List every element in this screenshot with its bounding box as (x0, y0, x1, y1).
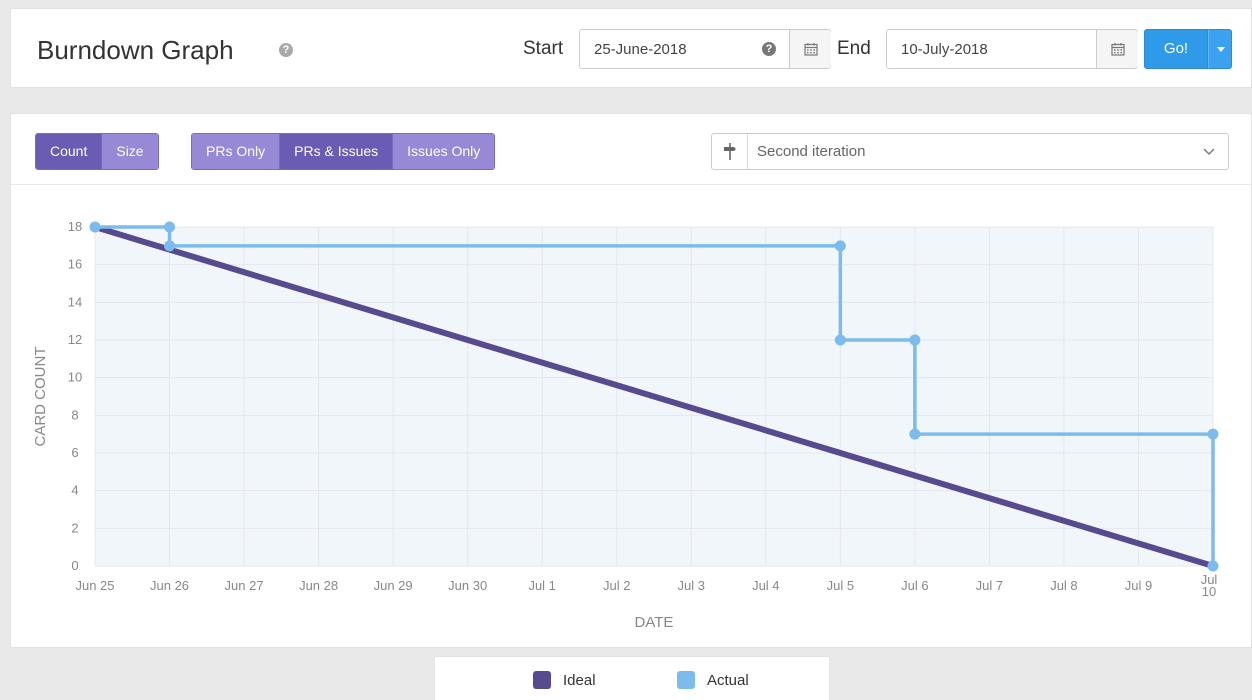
actual-point (1207, 428, 1219, 440)
y-axis-ticks: 0 2 4 6 8 10 12 14 16 18 (68, 219, 82, 573)
y-tick-label: 18 (68, 219, 82, 234)
actual-point (164, 240, 176, 252)
actual-point (834, 334, 846, 346)
y-tick-label: 16 (68, 257, 82, 272)
end-label: End (837, 38, 871, 59)
x-tick-label: 10 (1202, 584, 1216, 599)
main-panel: Count Size PRs Only PRs & Issues Issues … (10, 113, 1252, 648)
chart-legend: Ideal Actual (434, 656, 830, 700)
start-date-value: 25-June-2018 (594, 41, 687, 58)
y-tick-label: 12 (68, 332, 82, 347)
x-tick-label: Jul 2 (603, 578, 630, 593)
legend-label-actual: Actual (707, 671, 749, 689)
calendar-icon (804, 43, 818, 56)
header-panel: Burndown Graph ? Start 25-June-2018 ? En… (10, 8, 1252, 88)
actual-point (89, 221, 101, 233)
page-title: Burndown Graph (37, 35, 234, 65)
y-tick-label: 8 (71, 407, 78, 422)
y-tick-label: 10 (68, 370, 82, 385)
actual-point (834, 240, 846, 252)
x-tick-label: Jul 9 (1125, 578, 1152, 593)
x-axis-label: DATE (635, 614, 674, 631)
actual-point (164, 221, 176, 233)
legend-swatch-ideal (533, 671, 551, 689)
actual-point (909, 428, 921, 440)
actual-point (1207, 560, 1219, 572)
y-axis-label: CARD COUNT (32, 347, 49, 447)
x-tick-label: Jul 3 (678, 578, 705, 593)
x-tick-label: Jun 30 (448, 578, 487, 593)
start-label: Start (523, 38, 564, 59)
calendar-icon (1111, 43, 1125, 56)
legend-swatch-actual (677, 671, 695, 689)
x-tick-label: Jul 6 (901, 578, 928, 593)
x-tick-label: Jun 26 (150, 578, 189, 593)
question-circle-icon[interactable]: ? (279, 43, 293, 57)
x-tick-label: Jun 27 (225, 578, 264, 593)
burndown-chart: Jun 25 Jun 26 Jun 27 Jun 28 Jun 29 Jun 30 Jul … (32, 219, 1219, 631)
y-tick-label: 2 (71, 520, 78, 535)
x-tick-label: Jun 29 (374, 578, 413, 593)
y-tick-label: 0 (71, 558, 78, 573)
go-dropdown-caret-icon[interactable] (1208, 29, 1232, 69)
x-tick-label: Jun 25 (75, 578, 114, 593)
x-tick-label: Jun 28 (299, 578, 338, 593)
end-calendar-button[interactable] (1096, 30, 1138, 68)
x-tick-label: Jul 5 (827, 578, 854, 593)
start-date-input[interactable]: 25-June-2018 ? (579, 29, 831, 69)
legend-item-actual[interactable]: Actual (677, 671, 749, 689)
x-tick-label: Jul 1 (528, 578, 555, 593)
end-date-input[interactable]: 10-July-2018 (886, 29, 1138, 69)
y-tick-label: 4 (71, 483, 78, 498)
x-tick-label: Jul 4 (752, 578, 779, 593)
legend-label-ideal: Ideal (563, 671, 596, 689)
question-circle-icon[interactable]: ? (762, 42, 776, 56)
x-axis-ticks: Jun 25 Jun 26 Jun 27 Jun 28 Jun 29 Jun 30 Jul … (75, 572, 1217, 599)
x-tick-label: Jul 7 (976, 578, 1003, 593)
end-date-value: 10-July-2018 (901, 41, 988, 58)
y-tick-label: 14 (68, 294, 82, 309)
legend-item-ideal[interactable]: Ideal (533, 671, 596, 689)
start-calendar-button[interactable] (789, 30, 831, 68)
go-button[interactable]: Go! (1144, 29, 1208, 69)
x-tick-label: Jul 8 (1050, 578, 1077, 593)
y-tick-label: 6 (71, 445, 78, 460)
actual-point (909, 334, 921, 346)
